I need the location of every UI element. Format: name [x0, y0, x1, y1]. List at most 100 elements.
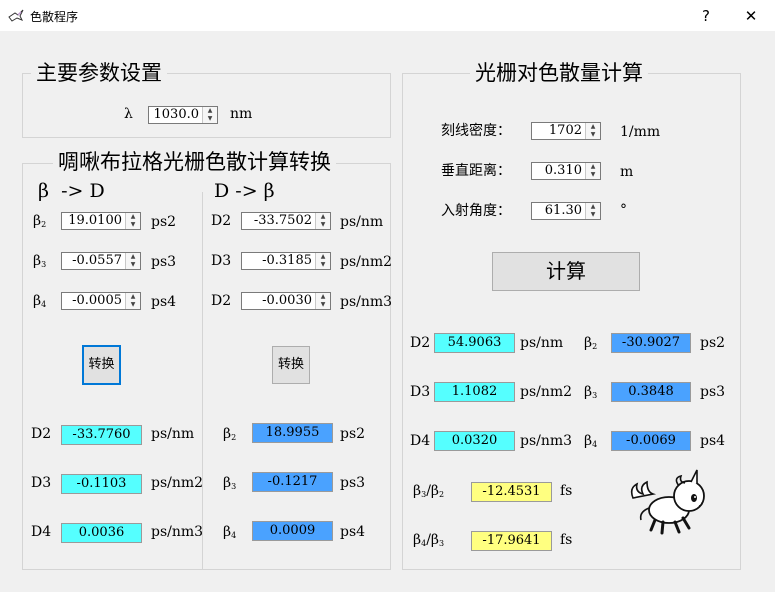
distance-label: 垂直距离：	[441, 163, 511, 179]
d-input-spinbox-arrows: ▲ ▼	[315, 293, 330, 309]
main-params-title: 主要参数设置	[31, 60, 167, 86]
d-output-unit: ps/nm2	[151, 475, 204, 491]
beta-input-spinbox-value[interactable]: 19.0100	[62, 213, 125, 229]
d-output-value: -33.7760	[61, 425, 142, 445]
spin-up-icon[interactable]: ▲	[586, 203, 600, 211]
grating-d-unit: ps/nm	[520, 335, 564, 351]
spin-down-icon[interactable]: ▼	[316, 261, 330, 269]
window-title: 色散程序	[30, 10, 79, 24]
help-button[interactable]: ?	[695, 6, 717, 26]
beta-input-spinbox[interactable]: 19.0100 ▲ ▼	[61, 212, 141, 230]
spin-down-icon[interactable]: ▼	[126, 221, 140, 229]
beta-input-unit: ps3	[151, 254, 177, 270]
spin-up-icon[interactable]: ▲	[126, 293, 140, 301]
lambda-value[interactable]: 1030.0	[149, 107, 202, 123]
spin-up-icon[interactable]: ▲	[203, 107, 217, 115]
beta-input-spinbox-value[interactable]: -0.0557	[62, 253, 125, 269]
beta-input-label: β2	[33, 211, 46, 235]
conversion-title: 啁啾布拉格光栅色散计算转换	[53, 149, 336, 175]
spin-down-icon[interactable]: ▼	[126, 261, 140, 269]
spin-down-icon[interactable]: ▼	[586, 211, 600, 219]
ratio-denominator: β	[430, 532, 439, 548]
spin-down-icon[interactable]: ▼	[586, 171, 600, 179]
d-input-label: D2	[211, 293, 232, 309]
ratio-value: -17.9641	[471, 531, 552, 551]
ratio-label: β4/β3	[413, 530, 444, 554]
grating-beta-unit: ps2	[700, 335, 726, 351]
ratio-value: -12.4531	[471, 482, 552, 502]
grating-beta-label-symbol: β	[584, 335, 593, 351]
ratio-denominator-subscript: 3	[439, 539, 445, 548]
beta-input-unit: ps4	[151, 294, 177, 310]
beta-input-spinbox[interactable]: -0.0005 ▲ ▼	[61, 292, 141, 310]
d-output-unit: ps/nm	[151, 426, 195, 442]
beta-input-label-symbol: β	[33, 253, 42, 269]
beta-input-label-symbol: β	[33, 213, 42, 229]
d-input-label: D3	[211, 253, 232, 269]
unicorn-mascot-icon	[630, 469, 705, 535]
angle-value[interactable]: 61.30	[532, 203, 585, 219]
beta-output-value: 18.9955	[252, 423, 333, 443]
d-input-spinbox[interactable]: -0.0030 ▲ ▼	[241, 292, 331, 310]
d-output-unit: ps/nm3	[151, 524, 204, 540]
grating-beta-value: -30.9027	[611, 333, 691, 353]
beta-input-label-symbol: β	[33, 293, 42, 309]
line-density-value[interactable]: 1702	[532, 123, 585, 139]
beta-input-spinbox-arrows: ▲ ▼	[125, 213, 140, 229]
beta-output-unit: ps3	[340, 475, 366, 491]
grating-beta-value: -0.0069	[611, 431, 691, 451]
beta-output-label-subscript: 3	[231, 482, 237, 491]
convert-d-to-beta-button[interactable]: 转换	[272, 346, 310, 384]
ratio-unit: fs	[560, 532, 573, 548]
lambda-label: λ	[124, 106, 133, 122]
line-density-unit: 1/mm	[620, 124, 661, 140]
d-input-spinbox-arrows: ▲ ▼	[315, 253, 330, 269]
grating-beta-label-subscript: 2	[592, 342, 598, 351]
grating-d-label: D4	[410, 433, 431, 449]
spin-up-icon[interactable]: ▲	[316, 253, 330, 261]
beta-input-label: β4	[33, 291, 46, 315]
spin-down-icon[interactable]: ▼	[586, 131, 600, 139]
beta-output-label-symbol: β	[223, 426, 232, 442]
ratio-label: β3/β2	[413, 481, 444, 505]
close-button[interactable]: ✕	[740, 6, 762, 26]
calculate-button[interactable]: 计算	[492, 252, 640, 291]
grating-beta-label: β4	[584, 431, 597, 455]
angle-spinbox[interactable]: 61.30 ▲ ▼	[531, 202, 601, 220]
d-output-value: 0.0036	[61, 523, 142, 543]
d-input-spinbox-value[interactable]: -0.0030	[242, 293, 315, 309]
grating-beta-label: β3	[584, 382, 597, 406]
beta-input-unit: ps2	[151, 214, 177, 230]
spin-down-icon[interactable]: ▼	[316, 301, 330, 309]
d-input-spinbox-value[interactable]: -0.3185	[242, 253, 315, 269]
d-input-spinbox-arrows: ▲ ▼	[315, 213, 330, 229]
lambda-spinbox[interactable]: 1030.0 ▲ ▼	[148, 106, 218, 124]
distance-value[interactable]: 0.310	[532, 163, 585, 179]
spin-up-icon[interactable]: ▲	[586, 163, 600, 171]
beta-input-spinbox-value[interactable]: -0.0005	[62, 293, 125, 309]
spin-down-icon[interactable]: ▼	[316, 221, 330, 229]
spin-up-icon[interactable]: ▲	[586, 123, 600, 131]
beta-output-value: -0.1217	[252, 472, 333, 492]
beta-input-spinbox[interactable]: -0.0557 ▲ ▼	[61, 252, 141, 270]
spin-up-icon[interactable]: ▲	[126, 253, 140, 261]
line-density-spinbox[interactable]: 1702 ▲ ▼	[531, 122, 601, 140]
grating-beta-label-subscript: 3	[592, 391, 598, 400]
distance-spinbox[interactable]: 0.310 ▲ ▼	[531, 162, 601, 180]
d-input-spinbox[interactable]: -0.3185 ▲ ▼	[241, 252, 331, 270]
grating-d-unit: ps/nm2	[520, 384, 573, 400]
ratio-denominator: β	[430, 483, 439, 499]
d-input-spinbox[interactable]: -33.7502 ▲ ▼	[241, 212, 331, 230]
beta-output-unit: ps4	[340, 524, 366, 540]
spin-up-icon[interactable]: ▲	[126, 213, 140, 221]
spin-up-icon[interactable]: ▲	[316, 293, 330, 301]
grating-beta-value: 0.3848	[611, 382, 691, 402]
line-density-label: 刻线密度：	[441, 123, 511, 139]
spin-up-icon[interactable]: ▲	[316, 213, 330, 221]
spin-down-icon[interactable]: ▼	[126, 301, 140, 309]
d-output-label: D4	[31, 524, 52, 540]
d-input-spinbox-value[interactable]: -33.7502	[242, 213, 315, 229]
grating-d-label: D2	[410, 335, 431, 351]
spin-down-icon[interactable]: ▼	[203, 115, 217, 123]
convert-beta-to-d-button[interactable]: 转换	[82, 345, 121, 385]
